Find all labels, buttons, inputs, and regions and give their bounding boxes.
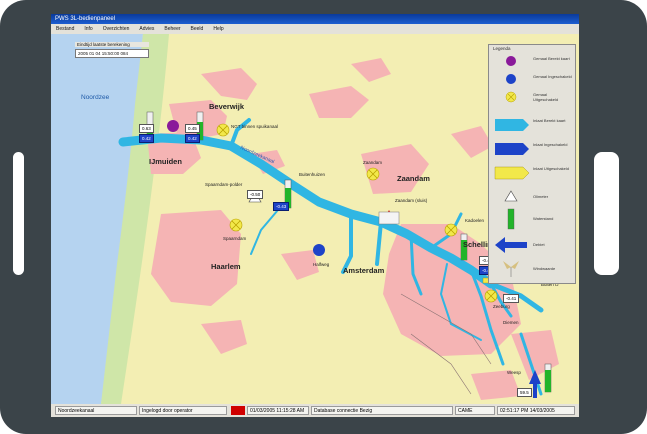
menu-bar: Bestand Info Overzichten Advies Beheer B… (51, 24, 579, 34)
menu-item-bestand[interactable]: Bestand (56, 24, 74, 34)
label-weesp: Weesp (507, 370, 521, 375)
legend-left-arrow-icon (495, 237, 527, 253)
label-spaarndam-polder: Spaarndam-polder (205, 182, 243, 187)
status-alarm-indicator[interactable] (231, 406, 245, 415)
gemaal-spaarndam-icon[interactable] (229, 218, 243, 232)
legend-wind-icon (503, 261, 519, 277)
label-kadoelen: Kadoelen (465, 218, 485, 223)
last-calculation-value: 2005 01 04 15:50:00 084 (75, 49, 149, 58)
gemaal-ijmuiden-icon[interactable] (167, 120, 179, 132)
status-user: Ingelogd door operator (139, 406, 227, 415)
menu-item-beeld[interactable]: Beeld (191, 24, 204, 34)
label-noord-binnen: NGT binnen spuikanaal (231, 124, 278, 129)
menu-item-info[interactable]: Info (84, 24, 92, 34)
label-zaandam-small: Zaandam (363, 160, 383, 165)
label-buitenhuizen: Buitenhuizen (299, 172, 326, 177)
legend-triangle-icon (504, 190, 518, 202)
tablet-side-button-left (13, 152, 24, 275)
menu-item-overzichten[interactable]: Overzichten (103, 24, 130, 34)
value-ij-mid-1[interactable]: 0.45 (185, 124, 200, 133)
label-diemen: Diemen (503, 320, 519, 325)
tablet-side-button-right (594, 152, 619, 275)
legend-blue-arrow-icon (495, 143, 529, 155)
value-spaarndam[interactable]: -0.50 (247, 190, 264, 199)
value-ij-left-1[interactable]: 0.63 (139, 124, 154, 133)
gemaal-kadoelen-icon[interactable] (444, 223, 458, 237)
status-clock: 02:51:17 PM 14/03/2005 (497, 406, 575, 415)
legend-yellow-arrow-icon (494, 166, 530, 180)
label-zaandam: Zaandam (397, 174, 430, 183)
menu-item-advies[interactable]: Advies (139, 24, 154, 34)
gemaal-zaandam-icon[interactable] (366, 167, 380, 181)
label-halfweg: Halfweg (313, 262, 330, 267)
value-weesp[interactable]: 59.5 (517, 388, 532, 397)
status-mode: CAME (455, 406, 495, 415)
label-zaandam-sluis: Zaandam (sluis) (395, 198, 428, 203)
gemaal-halfweg-icon[interactable] (313, 244, 325, 256)
map-legend: Legenda Gemaal Berekt kaart Gemaal Inges… (488, 44, 576, 284)
value-zeeburg[interactable]: -0.41 (503, 294, 520, 303)
status-bar: Noordzeekanaal Ingelogd door operator 01… (51, 404, 579, 417)
legend-purple-circle-icon (506, 56, 516, 66)
status-message: Database connectie Bezig (311, 406, 453, 415)
tablet-frame: PWS 3L-bedienpaneel Bestand Info Overzic… (0, 0, 647, 434)
gemaal-ijmond-icon[interactable] (216, 123, 230, 137)
menu-item-help[interactable]: Help (213, 24, 223, 34)
application-window: PWS 3L-bedienpaneel Bestand Info Overzic… (51, 14, 579, 417)
legend-yellow-cross-icon (505, 91, 517, 103)
status-alarm-time: 01/03/2005 11:15:28 AM (247, 406, 309, 415)
label-beverwijk: Beverwijk (209, 102, 245, 111)
last-calculation-label: Eindtijd laatste berekening (75, 42, 149, 47)
legend-blue-circle-icon (506, 74, 516, 84)
status-area: Noordzeekanaal (55, 406, 137, 415)
label-noordzee: Noordzee (81, 94, 110, 101)
label-ijmuiden: IJmuiden (149, 157, 182, 166)
label-spaarndam: Spaarndam (223, 236, 247, 241)
value-ij-mid-2[interactable]: 0.42 (185, 134, 200, 143)
window-title: PWS 3L-bedienpaneel (51, 14, 579, 24)
value-ij-left-2[interactable]: 0.42 (139, 134, 154, 143)
value-noordzee-mid[interactable]: -0.43 (273, 202, 290, 211)
last-calculation-panel: Eindtijd laatste berekening 2005 01 04 1… (75, 42, 149, 66)
menu-item-beheer[interactable]: Beheer (164, 24, 180, 34)
label-zeeburg: Zeeburg (493, 304, 510, 309)
label-amsterdam: Amsterdam (343, 266, 385, 275)
legend-green-bar-icon (507, 208, 515, 230)
label-haarlem: Haarlem (211, 262, 241, 271)
sluice-zaandam-icon[interactable] (378, 211, 400, 225)
legend-cyan-arrow-icon (495, 119, 529, 131)
gemaal-zeeburg-icon[interactable] (484, 289, 498, 303)
